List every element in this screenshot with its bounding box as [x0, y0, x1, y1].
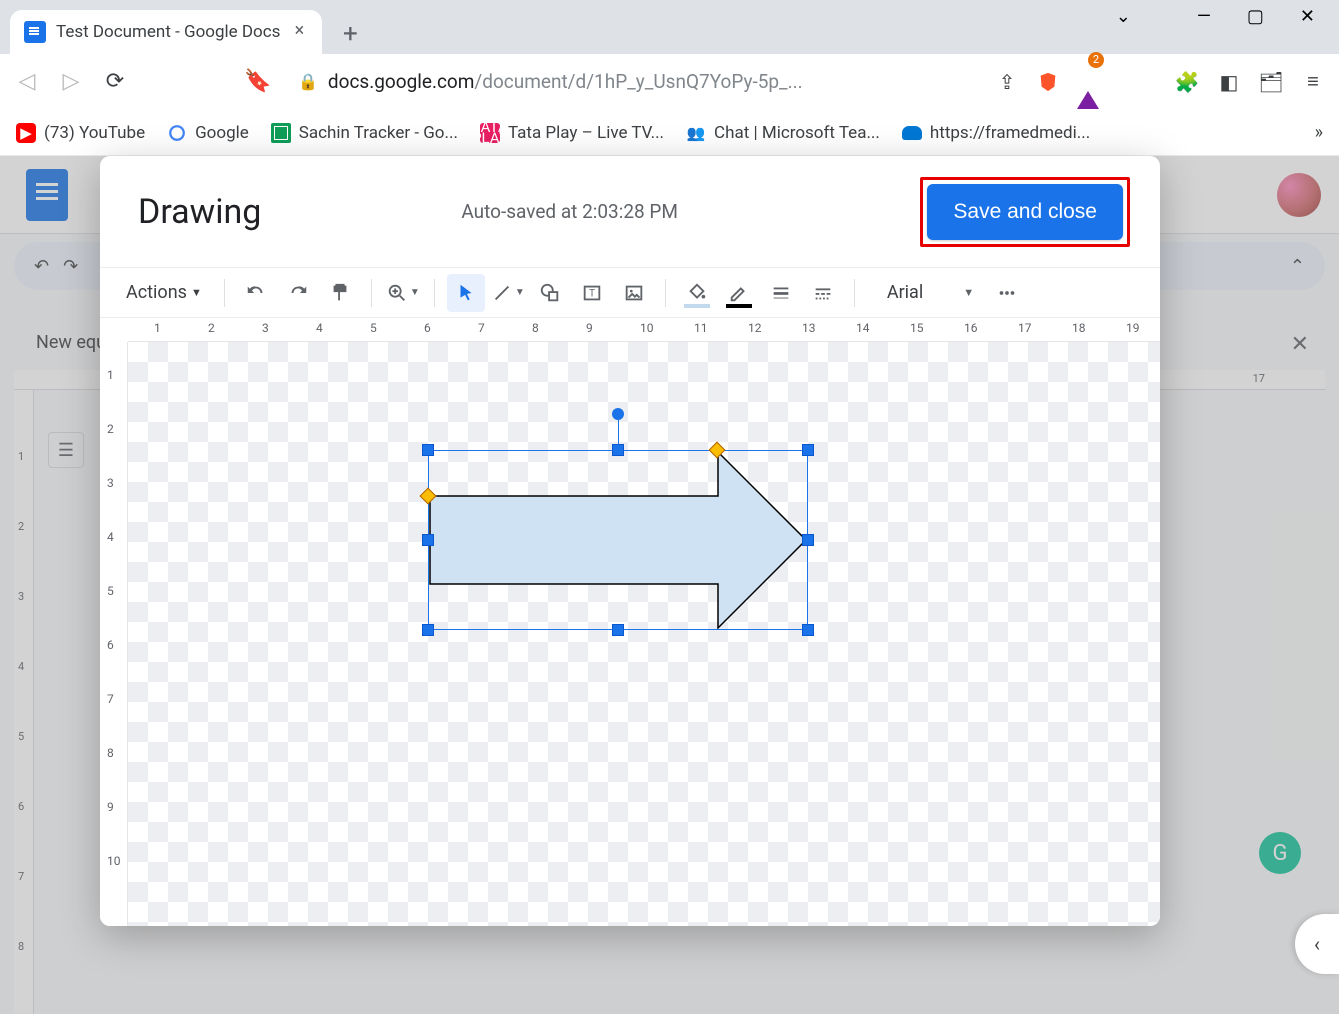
- wallet-icon[interactable]: 🗂: [1259, 70, 1283, 94]
- window-maximize-icon[interactable]: ▢: [1247, 6, 1264, 27]
- sidepanel-icon[interactable]: ◧: [1217, 70, 1241, 94]
- tab-title: Test Document - Google Docs: [56, 22, 280, 42]
- window-controls: ⌄ ― ▢ ✕: [1116, 0, 1339, 27]
- drawing-toolbar: Actions▼ ▼ ▼ T Arial▼: [100, 268, 1160, 318]
- bookmark-google[interactable]: Google: [167, 123, 249, 143]
- docs-favicon: [24, 21, 46, 43]
- selected-shape-group[interactable]: [428, 450, 808, 630]
- save-and-close-button[interactable]: Save and close: [927, 184, 1123, 240]
- nav-reload-icon[interactable]: ⟳: [102, 69, 128, 94]
- dialog-header: Drawing Auto-saved at 2:03:28 PM Save an…: [100, 156, 1160, 268]
- bookmark-label: https://framedmedi...: [930, 123, 1090, 143]
- bookmark-sheets[interactable]: Sachin Tracker - Go...: [271, 123, 458, 143]
- extensions-icon[interactable]: 🧩: [1175, 70, 1199, 94]
- dialog-title: Drawing: [138, 192, 261, 232]
- nav-forward-icon[interactable]: ▷: [58, 69, 84, 94]
- sheets-icon: [271, 123, 291, 143]
- line-tool[interactable]: ▼: [489, 274, 527, 312]
- bookmark-onedrive[interactable]: https://framedmedi...: [902, 123, 1090, 143]
- bookmarks-bar: ▶ (73) YouTube Google Sachin Tracker - Go…: [0, 110, 1339, 156]
- resize-handle-nw[interactable]: [422, 444, 434, 456]
- tab-close-icon[interactable]: ×: [290, 23, 308, 41]
- drawing-dialog: Drawing Auto-saved at 2:03:28 PM Save an…: [100, 156, 1160, 926]
- drawing-canvas[interactable]: [128, 342, 1160, 926]
- share-icon[interactable]: ⇪: [995, 70, 1019, 94]
- onedrive-icon: [902, 126, 922, 140]
- window-close-icon[interactable]: ✕: [1300, 6, 1315, 27]
- bookmark-teams[interactable]: 👥 Chat | Microsoft Tea...: [686, 123, 880, 143]
- resize-handle-se[interactable]: [802, 624, 814, 636]
- selection-box: [428, 450, 808, 630]
- bookmarks-overflow-icon[interactable]: »: [1315, 122, 1323, 143]
- shape-tool[interactable]: [531, 274, 569, 312]
- image-tool[interactable]: [615, 274, 653, 312]
- bookmark-tataplay[interactable]: TATAPLAY Tata Play – Live TV...: [480, 123, 664, 143]
- secure-lock-icon: 🔒: [298, 72, 318, 91]
- resize-handle-sw[interactable]: [422, 624, 434, 636]
- bookmark-label: Tata Play – Live TV...: [508, 123, 664, 143]
- font-family-select[interactable]: Arial▼: [877, 278, 984, 307]
- actions-menu[interactable]: Actions▼: [116, 276, 212, 309]
- resize-handle-w[interactable]: [422, 534, 434, 546]
- select-tool[interactable]: [447, 274, 485, 312]
- bookmark-label: Chat | Microsoft Tea...: [714, 123, 880, 143]
- browser-titlebar: Test Document - Google Docs × + ⌄ ― ▢ ✕: [0, 0, 1339, 54]
- drawing-horizontal-ruler: 12345678910111213141516171819: [128, 318, 1160, 342]
- new-tab-button[interactable]: +: [330, 14, 370, 54]
- resize-handle-n[interactable]: [612, 444, 624, 456]
- bookmark-label: (73) YouTube: [44, 123, 145, 143]
- url-text: docs.google.com/document/d/1hP_y_UsnQ7Yo…: [328, 70, 803, 93]
- border-dash-button[interactable]: [804, 274, 842, 312]
- paint-format-button[interactable]: [321, 274, 359, 312]
- rotation-handle[interactable]: [612, 408, 624, 420]
- bookmark-label: Google: [195, 123, 249, 143]
- resize-handle-s[interactable]: [612, 624, 624, 636]
- youtube-icon: ▶: [16, 123, 36, 143]
- bookmark-icon[interactable]: 🔖: [244, 69, 270, 94]
- teams-icon: 👥: [686, 123, 706, 143]
- resize-handle-ne[interactable]: [802, 444, 814, 456]
- rewards-badge: 2: [1088, 52, 1104, 68]
- bookmark-youtube[interactable]: ▶ (73) YouTube: [16, 123, 145, 143]
- bookmark-label: Sachin Tracker - Go...: [299, 123, 458, 143]
- google-icon: [167, 123, 187, 143]
- brave-rewards-icon[interactable]: 2: [1077, 72, 1099, 91]
- undo-button[interactable]: [237, 274, 275, 312]
- rotation-connector: [618, 420, 619, 444]
- drawing-canvas-area: 12345678910111213141516171819 1234567891…: [100, 318, 1160, 926]
- browser-tab[interactable]: Test Document - Google Docs ×: [10, 10, 322, 54]
- tab-search-icon[interactable]: ⌄: [1116, 6, 1131, 27]
- more-options-button[interactable]: [988, 274, 1026, 312]
- save-button-highlight: Save and close: [920, 177, 1130, 247]
- autosave-status: Auto-saved at 2:03:28 PM: [461, 200, 678, 223]
- zoom-button[interactable]: ▼: [384, 274, 422, 312]
- fill-color-button[interactable]: [678, 274, 716, 312]
- svg-text:T: T: [589, 288, 595, 299]
- browser-toolbar: ◁ ▷ ⟳ 🔖 🔒 docs.google.com/document/d/1hP…: [0, 54, 1339, 110]
- redo-button[interactable]: [279, 274, 317, 312]
- resize-handle-e[interactable]: [802, 534, 814, 546]
- textbox-tool[interactable]: T: [573, 274, 611, 312]
- window-minimize-icon[interactable]: ―: [1197, 6, 1211, 27]
- address-bar[interactable]: 🔒 docs.google.com/document/d/1hP_y_UsnQ7…: [288, 70, 977, 93]
- border-color-button[interactable]: [720, 274, 758, 312]
- border-weight-button[interactable]: [762, 274, 800, 312]
- nav-back-icon[interactable]: ◁: [14, 69, 40, 94]
- tataplay-icon: TATAPLAY: [480, 123, 500, 143]
- drawing-vertical-ruler: 12345678910: [100, 342, 128, 926]
- app-menu-icon[interactable]: ≡: [1301, 70, 1325, 94]
- brave-shield-icon[interactable]: [1037, 71, 1059, 93]
